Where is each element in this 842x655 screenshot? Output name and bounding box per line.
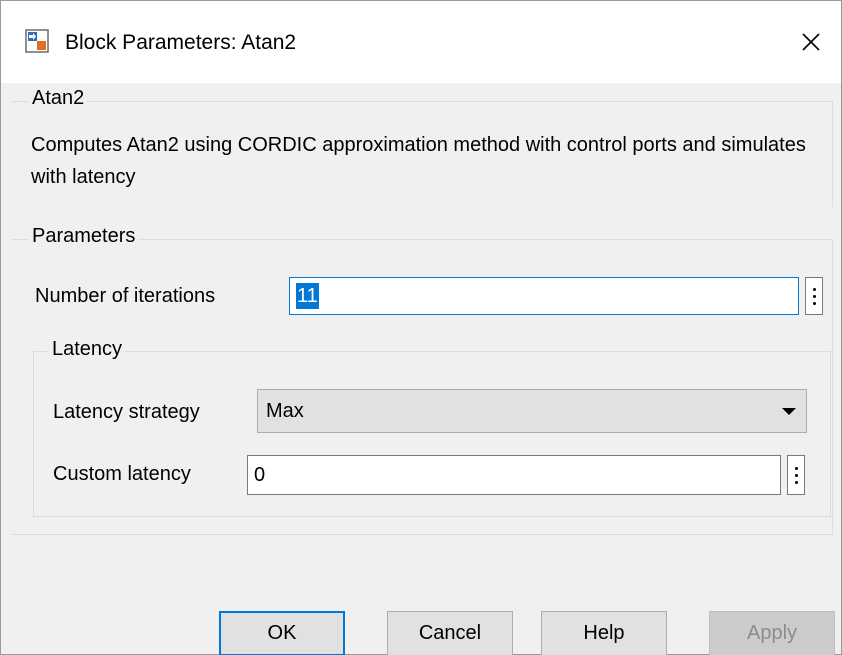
block-description: Computes Atan2 using CORDIC approximatio…	[31, 134, 806, 188]
iterations-label: Number of iterations	[35, 285, 216, 307]
iterations-input[interactable]: 11	[289, 277, 799, 315]
custom-latency-options-button[interactable]	[787, 455, 805, 495]
window-title: Block Parameters: Atan2	[65, 31, 297, 54]
block-parameters-dialog: Block Parameters: Atan2 Atan2 Computes A…	[0, 0, 842, 655]
iterations-value: 11	[296, 283, 319, 309]
close-button[interactable]	[789, 21, 833, 63]
cancel-button[interactable]: Cancel	[387, 611, 513, 655]
simulink-block-icon	[25, 29, 49, 53]
parameters-group-title: Parameters	[29, 225, 139, 248]
close-icon	[802, 33, 820, 51]
latency-strategy-value: Max	[266, 399, 304, 422]
help-button[interactable]: Help	[541, 611, 667, 655]
custom-latency-value: 0	[254, 463, 266, 486]
ok-button[interactable]: OK	[219, 611, 345, 655]
latency-group-title: Latency	[49, 338, 126, 361]
block-group-title: Atan2	[29, 87, 88, 110]
title-bar: Block Parameters: Atan2	[1, 1, 841, 83]
latency-strategy-select[interactable]: Max	[257, 389, 807, 433]
latency-strategy-label: Latency strategy	[53, 401, 200, 423]
custom-latency-input[interactable]: 0	[247, 455, 781, 495]
iterations-options-button[interactable]	[805, 277, 823, 315]
chevron-down-icon	[782, 408, 796, 415]
custom-latency-label: Custom latency	[53, 463, 191, 485]
apply-button: Apply	[709, 611, 835, 655]
